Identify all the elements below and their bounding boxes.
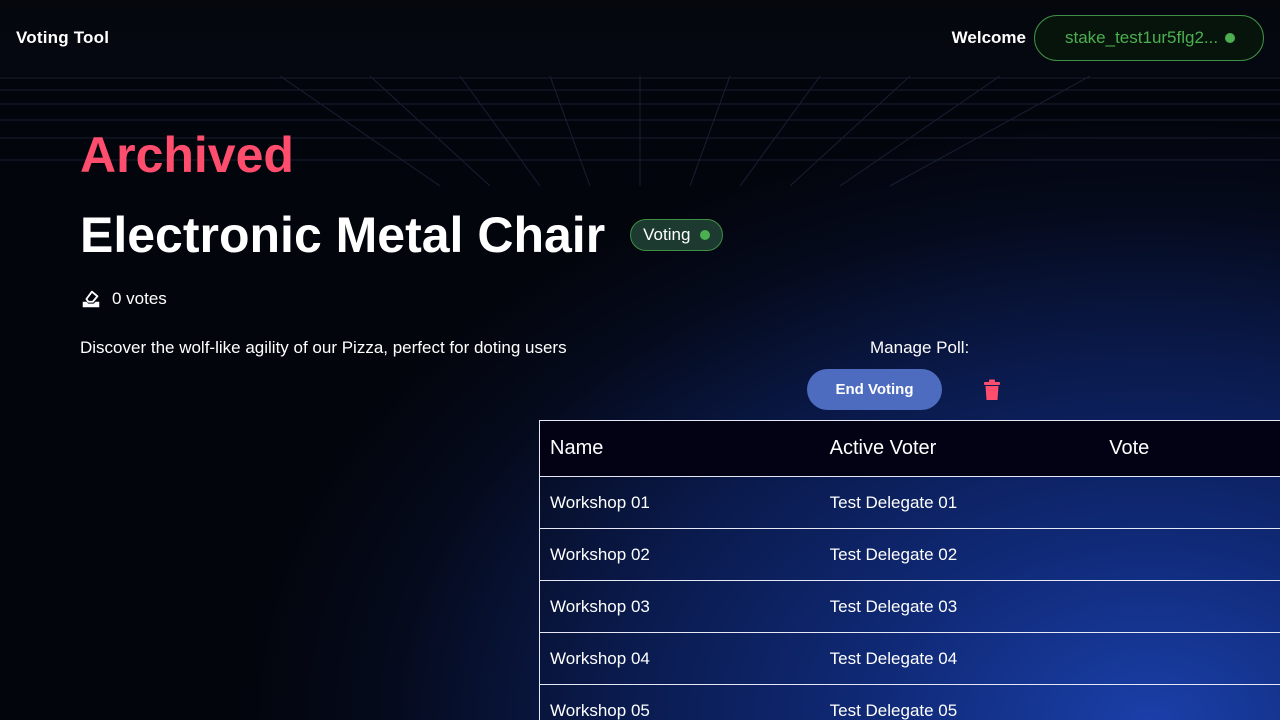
column-header-name[interactable]: Name — [540, 437, 820, 460]
cell-active-voter: Test Delegate 01 — [829, 492, 958, 512]
votes-label: 0 votes — [112, 289, 167, 308]
wallet-address: stake_test1ur5flg2... — [1065, 28, 1219, 47]
cell-name: Workshop 03 — [550, 596, 650, 616]
trash-icon[interactable] — [982, 379, 1002, 401]
welcome-label: Welcome — [951, 28, 1026, 47]
table-header: Name Active Voter Vote — [540, 421, 1280, 477]
poll-title: Electronic Metal Chair — [80, 207, 606, 263]
table-row[interactable]: Workshop 03 Test Delegate 03 — [540, 581, 1280, 633]
votes-table: Name Active Voter Vote Workshop 01 Test … — [539, 420, 1280, 720]
column-header-active-voter[interactable]: Active Voter — [820, 437, 1100, 460]
poll-description: Discover the wolf-like agility of our Pi… — [80, 338, 567, 357]
app-title[interactable]: Voting Tool — [16, 28, 109, 48]
connected-status-icon — [1225, 33, 1235, 43]
cell-active-voter: Test Delegate 04 — [829, 648, 958, 668]
cell-active-voter: Test Delegate 05 — [829, 700, 958, 720]
cell-name: Workshop 04 — [550, 648, 650, 668]
cell-active-voter: Test Delegate 02 — [829, 544, 958, 564]
wallet-button[interactable]: stake_test1ur5flg2... — [1034, 15, 1264, 61]
table-row[interactable]: Workshop 02 Test Delegate 02 — [540, 529, 1280, 581]
cell-name: Workshop 05 — [550, 700, 650, 720]
table-row[interactable]: Workshop 01 Test Delegate 01 — [540, 477, 1280, 529]
user-area: Welcome stake_test1ur5flg2... — [952, 15, 1264, 61]
status-label: Voting — [643, 225, 691, 244]
poll-title-row: Electronic Metal Chair Voting — [80, 206, 724, 264]
top-navbar: Voting Tool Welcome stake_test1ur5flg2..… — [0, 0, 1280, 76]
votes-count: 0 votes — [80, 288, 167, 310]
table-row[interactable]: Workshop 04 Test Delegate 04 — [540, 633, 1280, 685]
cell-name: Workshop 02 — [550, 544, 650, 564]
table-row[interactable]: Workshop 05 Test Delegate 05 — [540, 685, 1280, 720]
ballot-box-icon — [82, 290, 100, 308]
status-dot-icon — [700, 230, 711, 240]
cell-name: Workshop 01 — [550, 492, 650, 512]
archived-heading: Archived — [80, 127, 294, 183]
status-badge: Voting — [630, 219, 724, 251]
end-voting-button[interactable]: End Voting — [807, 369, 942, 410]
column-header-vote[interactable]: Vote — [1099, 437, 1280, 460]
cell-active-voter: Test Delegate 03 — [829, 596, 958, 616]
manage-poll-label: Manage Poll: — [870, 338, 970, 357]
